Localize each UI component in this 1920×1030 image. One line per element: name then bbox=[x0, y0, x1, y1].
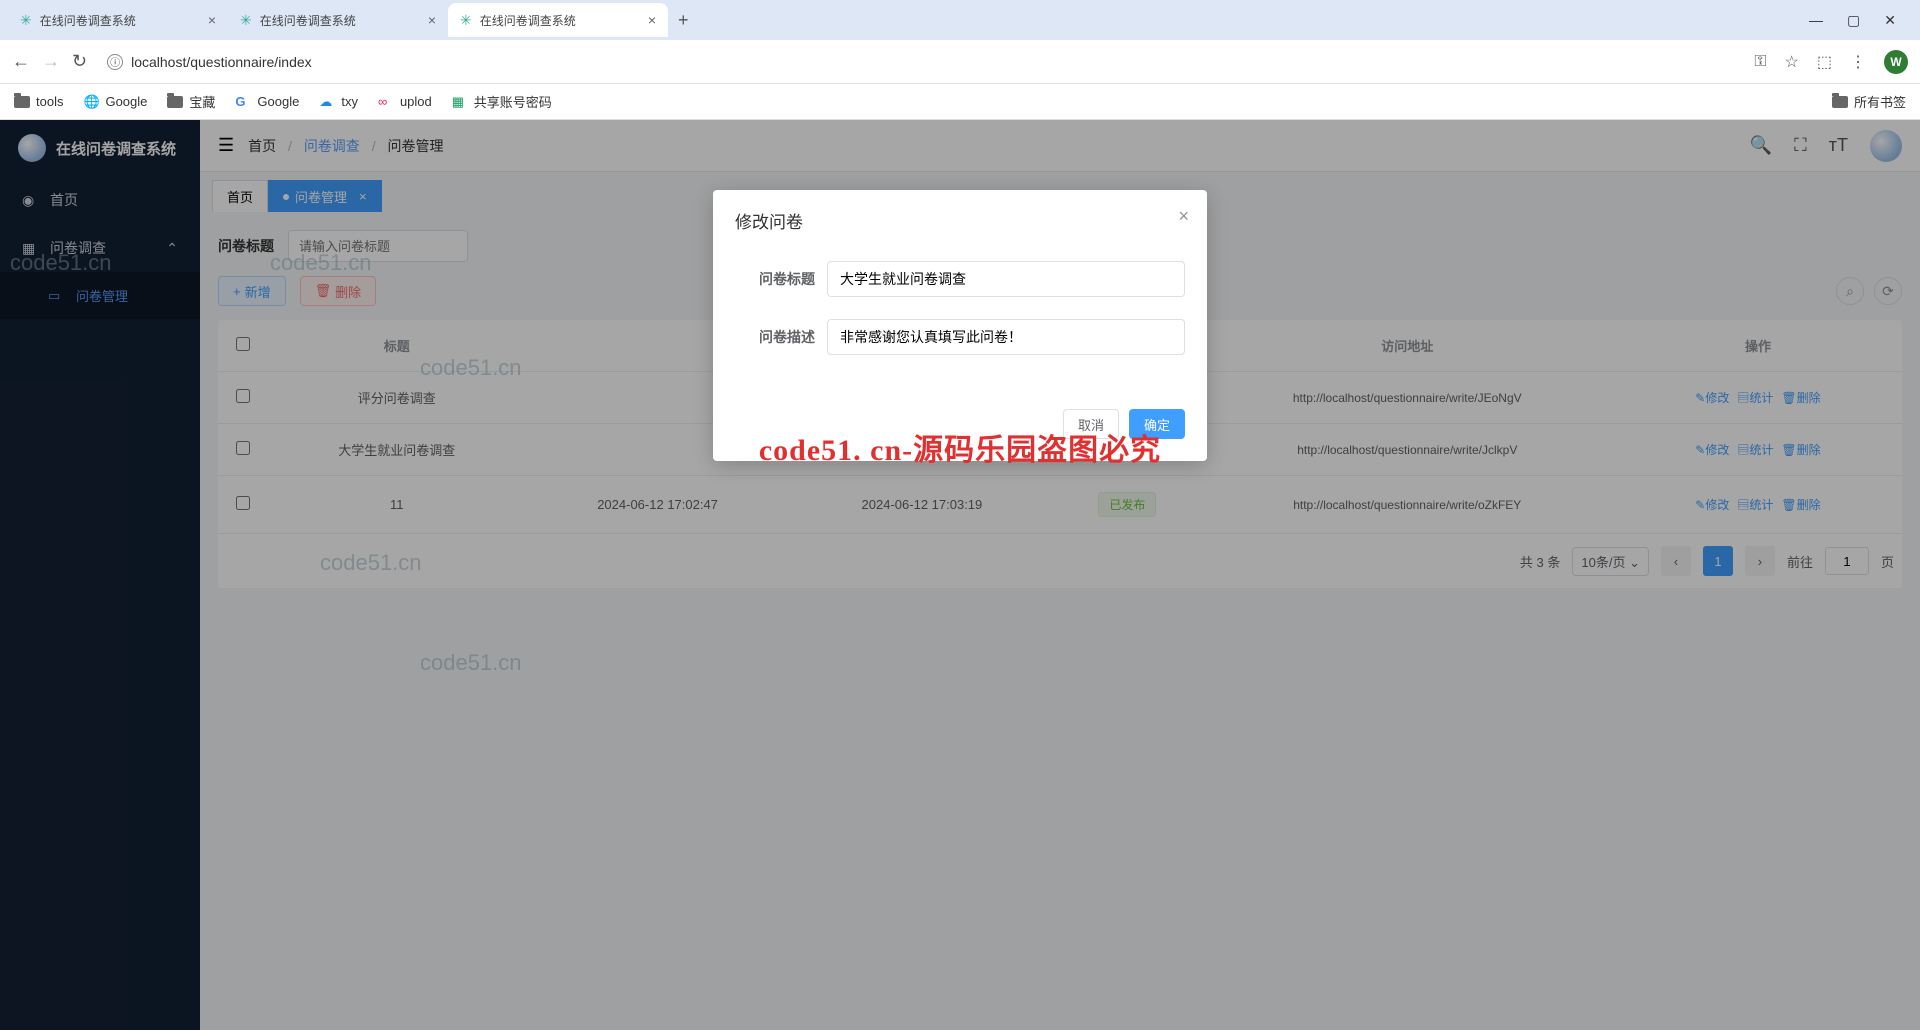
cloud-icon: ☁ bbox=[319, 94, 335, 110]
leaf-icon: ✳ bbox=[240, 12, 252, 29]
edit-modal: 修改问卷 × 问卷标题 问卷描述 取消 确定 bbox=[713, 190, 1207, 461]
tab-title: 在线问卷调查系统 bbox=[40, 12, 136, 29]
form-label-title: 问卷标题 bbox=[735, 269, 815, 289]
browser-tab[interactable]: ✳ 在线问卷调查系统 × bbox=[228, 3, 448, 37]
form-label-desc: 问卷描述 bbox=[735, 327, 815, 347]
cancel-button[interactable]: 取消 bbox=[1063, 409, 1119, 439]
address-bar: ← → ↻ ⓘ localhost/questionnaire/index ⚿ … bbox=[0, 40, 1920, 84]
extensions-icon[interactable]: ⬚ bbox=[1817, 52, 1832, 72]
reload-icon[interactable]: ↻ bbox=[72, 51, 87, 72]
all-bookmarks[interactable]: 所有书签 bbox=[1832, 92, 1906, 111]
star-icon[interactable]: ☆ bbox=[1785, 52, 1799, 72]
tab-title: 在线问卷调查系统 bbox=[480, 12, 576, 29]
bookmark-item[interactable]: tools bbox=[14, 94, 63, 109]
form-input-title[interactable] bbox=[827, 261, 1185, 297]
modal-close-icon[interactable]: × bbox=[1178, 206, 1189, 227]
profile-avatar[interactable]: W bbox=[1884, 50, 1908, 74]
modal-overlay[interactable]: 修改问卷 × 问卷标题 问卷描述 取消 确定 code51 bbox=[0, 120, 1920, 1030]
bookmark-item[interactable]: ▦共享账号密码 bbox=[452, 92, 552, 111]
leaf-icon: ✳ bbox=[460, 12, 472, 29]
bookmarks-bar: tools 🌐Google 宝藏 GGoogle ☁txy ∞uplod ▦共享… bbox=[0, 84, 1920, 120]
bookmark-item[interactable]: 宝藏 bbox=[167, 92, 215, 111]
tab-title: 在线问卷调查系统 bbox=[260, 12, 356, 29]
globe-icon: 🌐 bbox=[83, 94, 99, 110]
form-input-desc[interactable] bbox=[827, 319, 1185, 355]
password-key-icon[interactable]: ⚿ bbox=[1754, 53, 1766, 71]
modal-title: 修改问卷 bbox=[713, 190, 1207, 251]
close-icon[interactable]: × bbox=[428, 12, 436, 28]
folder-icon bbox=[14, 96, 30, 108]
browser-tab[interactable]: ✳ 在线问卷调查系统 × bbox=[8, 3, 228, 37]
minimize-icon[interactable]: — bbox=[1809, 12, 1823, 29]
confirm-button[interactable]: 确定 bbox=[1129, 409, 1185, 439]
maximize-icon[interactable]: ▢ bbox=[1847, 12, 1860, 29]
browser-tab-bar: ✳ 在线问卷调查系统 × ✳ 在线问卷调查系统 × ✳ 在线问卷调查系统 × +… bbox=[0, 0, 1920, 40]
site-info-icon[interactable]: ⓘ bbox=[107, 54, 123, 70]
close-window-icon[interactable]: ✕ bbox=[1884, 12, 1896, 29]
bookmark-item[interactable]: ☁txy bbox=[319, 94, 358, 110]
back-icon[interactable]: ← bbox=[12, 51, 30, 72]
new-tab-button[interactable]: + bbox=[668, 10, 699, 31]
browser-tab-active[interactable]: ✳ 在线问卷调查系统 × bbox=[448, 3, 668, 37]
forward-icon[interactable]: → bbox=[42, 51, 60, 72]
leaf-icon: ✳ bbox=[20, 12, 32, 29]
url-field[interactable]: ⓘ localhost/questionnaire/index bbox=[99, 46, 1742, 78]
menu-dots-icon[interactable]: ⋮ bbox=[1850, 52, 1866, 72]
bookmark-item[interactable]: 🌐Google bbox=[83, 94, 147, 110]
google-icon: G bbox=[235, 94, 251, 110]
bookmark-item[interactable]: GGoogle bbox=[235, 94, 299, 110]
folder-icon bbox=[167, 96, 183, 108]
sheet-icon: ▦ bbox=[452, 94, 468, 110]
bookmark-item[interactable]: ∞uplod bbox=[378, 94, 432, 110]
link-icon: ∞ bbox=[378, 94, 394, 110]
close-icon[interactable]: × bbox=[208, 12, 216, 28]
url-text: localhost/questionnaire/index bbox=[131, 54, 312, 70]
close-icon[interactable]: × bbox=[648, 12, 656, 28]
folder-icon bbox=[1832, 96, 1848, 108]
window-controls: — ▢ ✕ bbox=[1809, 12, 1912, 29]
